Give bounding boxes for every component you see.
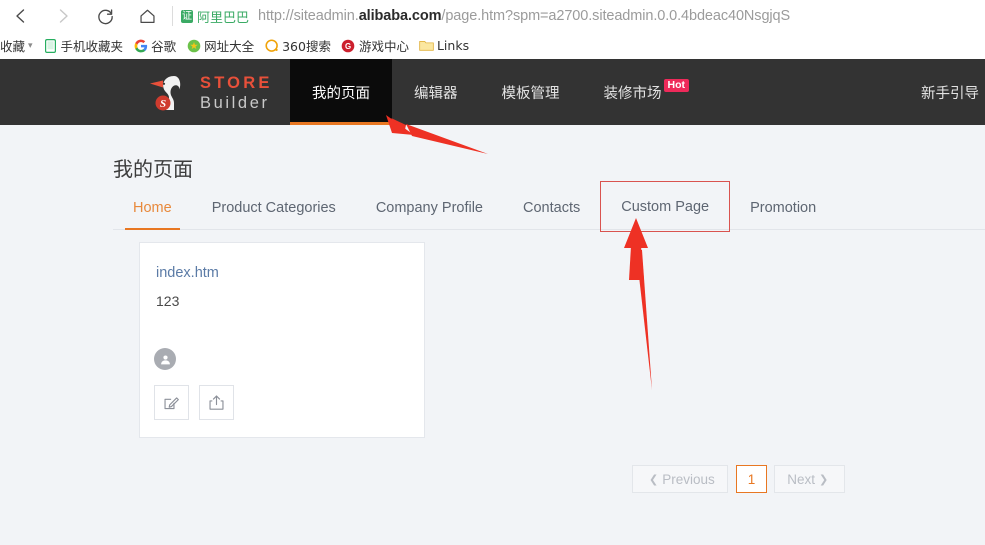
bookmark-label: 谷歌 (151, 36, 176, 55)
back-button[interactable] (0, 0, 42, 32)
bookmark-label: 手机收藏夹 (61, 36, 124, 55)
url-domain: alibaba.com (359, 8, 442, 24)
address-bar[interactable]: 证 阿里巴巴 http://siteadmin.alibaba.com/page… (181, 7, 790, 26)
page-card-actions (154, 385, 234, 420)
bookmark-item-360-search[interactable]: 360搜索 (259, 32, 336, 59)
bookmark-label: 360搜索 (282, 36, 331, 55)
google-icon (133, 38, 148, 53)
pagination-next[interactable]: Next ❯ (774, 465, 845, 493)
pagination-page-number: 1 (748, 472, 756, 487)
logo-wordmark: STORE Builder (200, 75, 273, 112)
nav-item-label: 我的页面 (312, 82, 370, 103)
page-card-description: 123 (156, 293, 179, 309)
certificate-org-name: 阿里巴巴 (197, 7, 249, 26)
page-card[interactable]: index.htm 123 (139, 242, 425, 438)
bookmark-item-hao123[interactable]: 网址大全 (181, 32, 259, 59)
forward-button[interactable] (42, 0, 84, 32)
chevron-right-icon: ❯ (819, 473, 828, 486)
nav-item-label: 装修市场 (604, 82, 662, 103)
nav-item-template-management[interactable]: 模板管理 (480, 59, 582, 125)
edit-button[interactable] (154, 385, 189, 420)
chevron-left-icon (12, 7, 30, 25)
mobile-icon (43, 38, 58, 53)
nav-item-my-pages[interactable]: 我的页面 (290, 59, 392, 125)
url-prefix: http://siteadmin. (258, 8, 359, 24)
bookmark-overflow-label: 收藏 (0, 36, 25, 55)
nav-item-label: 编辑器 (414, 82, 458, 103)
bookmarks-bar: 收藏 ▾ 手机收藏夹 谷歌 (0, 32, 985, 60)
share-button[interactable] (199, 385, 234, 420)
bookmark-item-google[interactable]: 谷歌 (128, 32, 181, 59)
share-upload-icon (207, 393, 226, 412)
pagination-previous-label: Previous (662, 472, 715, 487)
nav-item-label: 新手引导 (921, 82, 979, 103)
tab-company-profile[interactable]: Company Profile (356, 187, 503, 229)
tab-label: Custom Page (621, 199, 709, 215)
tab-label: Home (133, 200, 172, 216)
bookmark-label: 游戏中心 (359, 36, 409, 55)
logo-builder-text: Builder (200, 95, 273, 112)
tab-label: Product Categories (212, 200, 336, 216)
chevron-left-icon: ❮ (649, 473, 658, 486)
nav-item-editor[interactable]: 编辑器 (392, 59, 480, 125)
toolbar-divider (172, 6, 173, 26)
page-body: 我的页面 Home Product Categories Company Pro… (0, 125, 985, 545)
360-search-icon (264, 38, 279, 53)
page-card-link[interactable]: index.htm (156, 265, 219, 281)
site-nav-right: 新手引导 (899, 59, 985, 125)
tab-promotion[interactable]: Promotion (730, 187, 836, 229)
folder-icon (419, 38, 434, 53)
bookmark-overflow-favorites[interactable]: 收藏 ▾ (0, 32, 38, 59)
home-icon (138, 7, 157, 26)
browser-toolbar: 证 阿里巴巴 http://siteadmin.alibaba.com/page… (0, 0, 985, 32)
nav-item-beginner-guide[interactable]: 新手引导 (899, 82, 985, 103)
svg-text:S: S (160, 98, 166, 110)
tab-home[interactable]: Home (113, 187, 192, 229)
bookmark-item-links[interactable]: Links (414, 32, 474, 59)
browser-window: 证 阿里巴巴 http://siteadmin.alibaba.com/page… (0, 0, 985, 545)
site-main-nav: 我的页面 编辑器 模板管理 装修市场 Hot (290, 59, 711, 125)
bookmark-label: 网址大全 (204, 36, 254, 55)
reload-button[interactable] (84, 0, 126, 32)
pagination-next-label: Next (787, 472, 815, 487)
nav-item-decoration-market[interactable]: 装修市场 Hot (582, 59, 712, 125)
tab-product-categories[interactable]: Product Categories (192, 187, 356, 229)
svg-text:G: G (345, 42, 351, 51)
chevron-right-icon (54, 7, 72, 25)
tab-custom-page[interactable]: Custom Page (600, 181, 730, 232)
bookmark-item-mobile-favorites[interactable]: 手机收藏夹 (38, 32, 129, 59)
tab-label: Promotion (750, 200, 816, 216)
tab-label: Contacts (523, 200, 580, 216)
logo-store-text: STORE (200, 75, 273, 92)
tab-label: Company Profile (376, 200, 483, 216)
user-avatar-icon (154, 348, 176, 370)
certificate-badge-icon: 证 (181, 10, 193, 23)
pagination-previous[interactable]: ❮ Previous (632, 465, 728, 493)
pagination: ❮ Previous 1 Next ❯ (633, 465, 845, 493)
page-tabbar: Home Product Categories Company Profile … (113, 187, 985, 230)
store-builder-bird-logo: S (148, 72, 192, 114)
bookmark-label: Links (437, 38, 469, 53)
tab-contacts[interactable]: Contacts (503, 187, 600, 229)
game-center-icon: G (341, 38, 356, 53)
pencil-square-icon (162, 393, 181, 412)
url-suffix: /page.htm?spm=a2700.siteadmin.0.0.4bdeac… (441, 8, 790, 24)
page-title: 我的页面 (113, 153, 193, 182)
site-logo[interactable]: S STORE Builder (148, 70, 273, 116)
pagination-page-1[interactable]: 1 (736, 465, 768, 493)
hot-badge: Hot (664, 79, 690, 92)
home-button[interactable] (126, 0, 168, 32)
nav-item-label: 模板管理 (502, 82, 560, 103)
hao123-icon (186, 38, 201, 53)
address-bar-url: http://siteadmin.alibaba.com/page.htm?sp… (258, 8, 790, 24)
bookmark-item-game-center[interactable]: G 游戏中心 (336, 32, 414, 59)
chevron-down-icon: ▾ (28, 40, 33, 51)
reload-icon (96, 7, 115, 26)
